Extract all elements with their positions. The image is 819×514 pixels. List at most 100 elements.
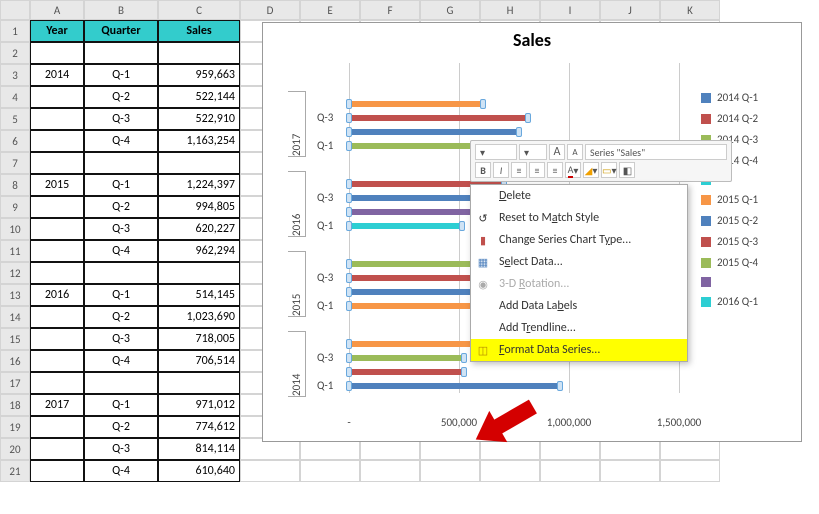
row-header[interactable]: 9 [0, 196, 30, 218]
row-header[interactable]: 6 [0, 130, 30, 152]
cell-sales[interactable]: 959,663 [158, 64, 240, 86]
cell-quarter[interactable]: Q-4 [84, 350, 158, 372]
cell-sales[interactable]: 620,227 [158, 218, 240, 240]
column-header[interactable]: A [30, 0, 84, 20]
cell-sales[interactable]: 994,805 [158, 196, 240, 218]
cell-sales[interactable]: 610,640 [158, 460, 240, 482]
cell-sales[interactable]: 774,612 [158, 416, 240, 438]
legend-item[interactable] [701, 277, 791, 287]
legend-item[interactable]: 2015 Q-4 [701, 256, 791, 269]
cell[interactable] [600, 460, 660, 482]
chart-bar[interactable] [349, 275, 485, 281]
cell[interactable] [420, 460, 480, 482]
legend-item[interactable]: 2015 Q-2 [701, 214, 791, 227]
cell[interactable] [540, 460, 600, 482]
chart-bar[interactable] [349, 369, 464, 375]
menu-reset-style[interactable]: ↺Reset to Match Style [471, 207, 687, 229]
chart-element-dd[interactable]: Series "Sales" [585, 144, 727, 160]
cell-year[interactable] [30, 196, 84, 218]
legend-item[interactable]: 2016 Q-1 [701, 295, 791, 308]
cell-quarter[interactable]: Q-1 [84, 394, 158, 416]
cell-quarter[interactable]: Q-4 [84, 240, 158, 262]
row-header[interactable]: 14 [0, 306, 30, 328]
bold-btn[interactable]: B [475, 162, 491, 178]
chart-bar[interactable] [349, 101, 483, 107]
cell-quarter[interactable]: Q-2 [84, 196, 158, 218]
row-header[interactable]: 15 [0, 328, 30, 350]
align-left-btn[interactable]: ≡ [511, 162, 527, 178]
cell-quarter[interactable]: Q-2 [84, 306, 158, 328]
cell-year[interactable] [30, 306, 84, 328]
cell-sales[interactable] [158, 262, 240, 284]
cell-year[interactable] [30, 152, 84, 174]
cell[interactable] [360, 460, 420, 482]
grow-font-btn[interactable]: A [549, 144, 565, 160]
cell-year[interactable] [30, 328, 84, 350]
table-header-cell[interactable]: Sales [158, 20, 240, 42]
menu-delete[interactable]: Delete [471, 185, 687, 207]
chart-bar[interactable] [349, 223, 462, 229]
cell-quarter[interactable] [84, 262, 158, 284]
column-header[interactable]: H [480, 0, 540, 20]
mini-toolbar[interactable]: ▾ ▾ A A Series "Sales" B I ≡ ≡ ≡ A▾ ◢▾ ▭… [470, 140, 732, 182]
row-header[interactable]: 4 [0, 86, 30, 108]
row-header[interactable]: 1 [0, 20, 30, 42]
cell-sales[interactable]: 522,910 [158, 108, 240, 130]
cell-sales[interactable]: 522,144 [158, 86, 240, 108]
cell-quarter[interactable]: Q-3 [84, 328, 158, 350]
legend-item[interactable]: 2015 Q-1 [701, 193, 791, 206]
row-header[interactable]: 12 [0, 262, 30, 284]
cell-sales[interactable]: 962,294 [158, 240, 240, 262]
cell-quarter[interactable] [84, 152, 158, 174]
menu-add-data-labels[interactable]: Add Data Labels [471, 295, 687, 317]
menu-select-data[interactable]: ▦Select Data... [471, 251, 687, 273]
row-header[interactable]: 16 [0, 350, 30, 372]
cell-sales[interactable] [158, 372, 240, 394]
row-header[interactable]: 11 [0, 240, 30, 262]
cell-sales[interactable] [158, 152, 240, 174]
row-header[interactable]: 5 [0, 108, 30, 130]
cell-year[interactable] [30, 350, 84, 372]
menu-change-chart-type[interactable]: ▮Change Series Chart Type... [471, 229, 687, 251]
cell-quarter[interactable] [84, 42, 158, 64]
cell-sales[interactable]: 1,163,254 [158, 130, 240, 152]
font-color-btn[interactable]: A▾ [565, 162, 581, 178]
row-header[interactable]: 2 [0, 42, 30, 64]
menu-add-trendline[interactable]: Add Trendline... [471, 317, 687, 339]
cell-year[interactable]: 2017 [30, 394, 84, 416]
chart-legend[interactable]: 2014 Q-12014 Q-22014 Q-32014 Q-42015 Q-1… [701, 83, 791, 316]
column-header[interactable]: D [240, 0, 300, 20]
row-header[interactable]: 3 [0, 64, 30, 86]
cell-sales[interactable]: 514,145 [158, 284, 240, 306]
cell-sales[interactable]: 706,514 [158, 350, 240, 372]
row-header[interactable]: 13 [0, 284, 30, 306]
cell-sales[interactable]: 1,224,397 [158, 174, 240, 196]
row-header[interactable]: 19 [0, 416, 30, 438]
cell-quarter[interactable]: Q-2 [84, 86, 158, 108]
cell-quarter[interactable]: Q-3 [84, 108, 158, 130]
cell-year[interactable] [30, 130, 84, 152]
chart-bar[interactable] [349, 115, 528, 121]
chart-bar[interactable] [349, 129, 519, 135]
row-header[interactable]: 7 [0, 152, 30, 174]
cell-quarter[interactable]: Q-4 [84, 460, 158, 482]
column-header[interactable]: G [420, 0, 480, 20]
cell-year[interactable] [30, 86, 84, 108]
row-header[interactable]: 18 [0, 394, 30, 416]
cell-quarter[interactable]: Q-3 [84, 438, 158, 460]
cell[interactable] [240, 460, 300, 482]
cell-year[interactable] [30, 218, 84, 240]
cell-year[interactable] [30, 108, 84, 130]
cell-year[interactable] [30, 42, 84, 64]
column-header[interactable]: C [158, 0, 240, 20]
legend-item[interactable]: 2014 Q-2 [701, 112, 791, 125]
fill-color-btn[interactable]: ◢▾ [583, 162, 599, 178]
row-header[interactable]: 21 [0, 460, 30, 482]
format-painter-btn[interactable]: ◧ [619, 162, 635, 178]
cell-sales[interactable]: 971,012 [158, 394, 240, 416]
column-header[interactable]: I [540, 0, 600, 20]
legend-item[interactable]: 2014 Q-1 [701, 91, 791, 104]
cell-sales[interactable] [158, 42, 240, 64]
row-header[interactable]: 20 [0, 438, 30, 460]
cell[interactable] [660, 460, 720, 482]
